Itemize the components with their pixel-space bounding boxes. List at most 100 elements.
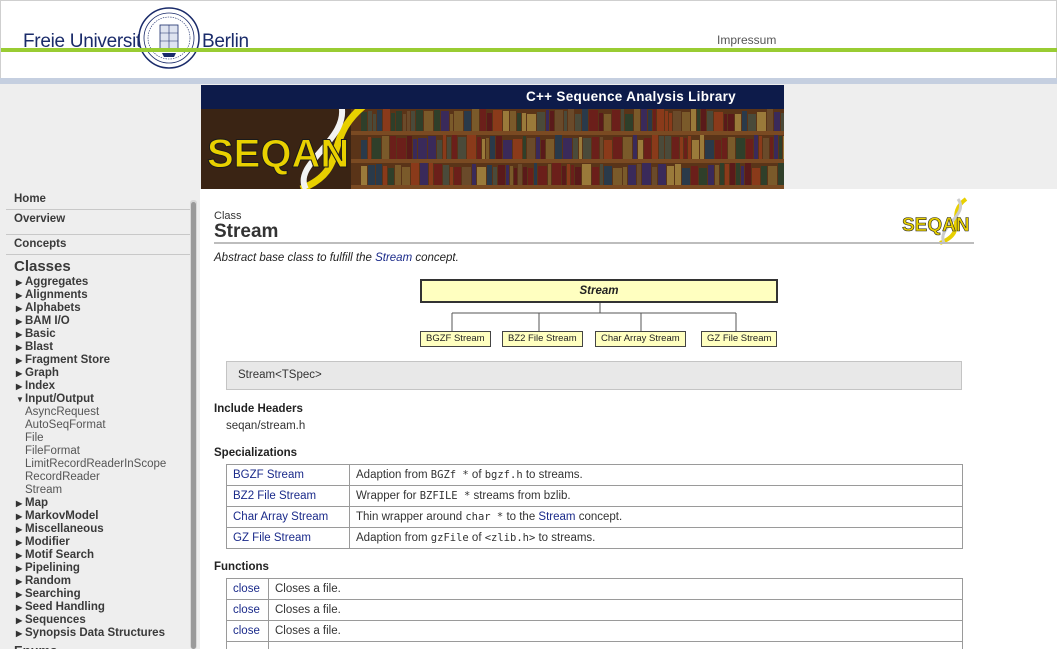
- table-row: GZ File Stream Adaption from gzFile of <z…: [226, 527, 963, 549]
- sidebar-category-label[interactable]: Basic: [25, 328, 56, 340]
- sidebar-category-list: ▶ Aggregates ▶ Alignments ▶ Alphabets ▶ BAM I/O…: [0, 276, 200, 649]
- sidebar-category-label[interactable]: Searching: [25, 588, 81, 600]
- table-row: BZ2 File Stream Wrapper for BZFILE * stre…: [226, 485, 963, 507]
- function-description: Closes a file.: [268, 620, 963, 642]
- sidebar-item-concepts[interactable]: Concepts: [0, 235, 200, 254]
- sidebar-category-pipelining[interactable]: ▶ Pipelining: [0, 562, 200, 575]
- sidebar-category-label[interactable]: Random: [25, 575, 71, 587]
- sidebar-category-label[interactable]: Map: [25, 497, 48, 509]
- triangle-right-icon[interactable]: ▶: [16, 341, 22, 354]
- sidebar-category-label[interactable]: Index: [25, 380, 55, 392]
- triangle-right-icon[interactable]: ▶: [16, 289, 22, 302]
- diagram-child-bgzf-stream[interactable]: BGZF Stream: [420, 331, 491, 347]
- sidebar-category-blast[interactable]: ▶ Blast: [0, 341, 200, 354]
- summary-stream-link[interactable]: Stream: [375, 252, 412, 264]
- sidebar-category-fragment-store[interactable]: ▶ Fragment Store: [0, 354, 200, 367]
- diagram-child-gz-file-stream[interactable]: GZ File Stream: [701, 331, 778, 347]
- triangle-right-icon[interactable]: ▶: [16, 627, 22, 640]
- triangle-right-icon[interactable]: ▶: [16, 510, 22, 523]
- sidebar-section-enums[interactable]: Enums: [0, 640, 200, 649]
- triangle-right-icon[interactable]: ▶: [16, 601, 22, 614]
- sidebar-category-label[interactable]: BAM I/O: [25, 315, 70, 327]
- sidebar-category-label[interactable]: Alphabets: [25, 302, 81, 314]
- sidebar-category-label[interactable]: Graph: [25, 367, 59, 379]
- triangle-right-icon[interactable]: ▶: [16, 302, 22, 315]
- seqan-banner: C++ Sequence Analysis Library SEQAN: [201, 85, 784, 189]
- impressum-link[interactable]: Impressum: [717, 33, 776, 47]
- sidebar-category-label[interactable]: Modifier: [25, 536, 70, 548]
- specialization-link[interactable]: BGZF Stream: [233, 469, 304, 481]
- triangle-right-icon[interactable]: ▶: [16, 523, 22, 536]
- sidebar-subitem-asyncrequest[interactable]: AsyncRequest: [0, 406, 200, 419]
- sidebar-category-alphabets[interactable]: ▶ Alphabets: [0, 302, 200, 315]
- sidebar-item-home[interactable]: Home: [0, 189, 200, 209]
- sidebar-category-label[interactable]: Fragment Store: [25, 354, 110, 366]
- triangle-right-icon[interactable]: ▶: [16, 380, 22, 393]
- sidebar-category-motif-search[interactable]: ▶ Motif Search: [0, 549, 200, 562]
- sidebar-category-label[interactable]: Seed Handling: [25, 601, 105, 613]
- sidebar-subitem-autoseqformat[interactable]: AutoSeqFormat: [0, 419, 200, 432]
- sidebar-category-label[interactable]: Synopsis Data Structures: [25, 627, 165, 639]
- sidebar-category-synopsis-data-structures[interactable]: ▶ Synopsis Data Structures: [0, 627, 200, 640]
- sidebar-category-alignments[interactable]: ▶ Alignments: [0, 289, 200, 302]
- sidebar-category-label[interactable]: Motif Search: [25, 549, 94, 561]
- sidebar-subitem-fileformat[interactable]: FileFormat: [0, 445, 200, 458]
- specialization-link[interactable]: Char Array Stream: [233, 511, 328, 523]
- sidebar-item-overview[interactable]: Overview: [0, 210, 200, 229]
- function-link[interactable]: close: [233, 604, 260, 616]
- diagram-root-stream[interactable]: Stream: [420, 279, 778, 303]
- sidebar-category-searching[interactable]: ▶ Searching: [0, 588, 200, 601]
- sidebar-category-sequences[interactable]: ▶ Sequences: [0, 614, 200, 627]
- sidebar-category-miscellaneous[interactable]: ▶ Miscellaneous: [0, 523, 200, 536]
- triangle-right-icon[interactable]: ▶: [16, 497, 22, 510]
- function-link[interactable]: close: [233, 625, 260, 637]
- triangle-right-icon[interactable]: ▶: [16, 354, 22, 367]
- sidebar-category-map[interactable]: ▶ Map: [0, 497, 200, 510]
- triangle-right-icon[interactable]: ▶: [16, 536, 22, 549]
- sidebar-category-modifier[interactable]: ▶ Modifier: [0, 536, 200, 549]
- sidebar-category-graph[interactable]: ▶ Graph: [0, 367, 200, 380]
- triangle-right-icon[interactable]: ▶: [16, 549, 22, 562]
- specialization-link[interactable]: BZ2 File Stream: [233, 490, 316, 502]
- triangle-down-icon[interactable]: ▼: [16, 393, 24, 406]
- sidebar-category-index[interactable]: ▶ Index: [0, 380, 200, 393]
- triangle-right-icon[interactable]: ▶: [16, 588, 22, 601]
- desc-text: Thin wrapper around: [356, 511, 466, 523]
- sidebar-category-label[interactable]: Blast: [25, 341, 53, 353]
- sidebar-category-label[interactable]: Miscellaneous: [25, 523, 104, 535]
- table-row: close Closes a file.: [226, 578, 963, 600]
- sidebar-category-random[interactable]: ▶ Random: [0, 575, 200, 588]
- sidebar-category-seed-handling[interactable]: ▶ Seed Handling: [0, 601, 200, 614]
- sidebar-category-label[interactable]: MarkovModel: [25, 510, 99, 522]
- sidebar-category-label[interactable]: Sequences: [25, 614, 86, 626]
- sidebar-subitem-stream[interactable]: Stream: [0, 484, 200, 497]
- sidebar-category-label[interactable]: Alignments: [25, 289, 88, 301]
- university-seal-logo[interactable]: [138, 7, 200, 69]
- sidebar-category-bam-i-o[interactable]: ▶ BAM I/O: [0, 315, 200, 328]
- triangle-right-icon[interactable]: ▶: [16, 276, 22, 289]
- sidebar-category-label[interactable]: Input/Output: [25, 393, 94, 405]
- diagram-child-char-array-stream[interactable]: Char Array Stream: [595, 331, 686, 347]
- sidebar-subitem-limitrecordreaderinscope[interactable]: LimitRecordReaderInScope: [0, 458, 200, 471]
- triangle-right-icon[interactable]: ▶: [16, 315, 22, 328]
- sidebar-scrollbar-thumb[interactable]: [191, 202, 196, 649]
- triangle-right-icon[interactable]: ▶: [16, 562, 22, 575]
- diagram-child-bz2-file-stream[interactable]: BZ2 File Stream: [502, 331, 583, 347]
- sidebar-category-markovmodel[interactable]: ▶ MarkovModel: [0, 510, 200, 523]
- triangle-right-icon[interactable]: ▶: [16, 367, 22, 380]
- sidebar-subitem-recordreader[interactable]: RecordReader: [0, 471, 200, 484]
- sidebar-category-basic[interactable]: ▶ Basic: [0, 328, 200, 341]
- triangle-right-icon[interactable]: ▶: [16, 575, 22, 588]
- diagram-connectors: [451, 303, 737, 331]
- triangle-right-icon[interactable]: ▶: [16, 614, 22, 627]
- sidebar-subitem-file[interactable]: File: [0, 432, 200, 445]
- function-link[interactable]: close: [233, 583, 260, 595]
- specialization-link[interactable]: GZ File Stream: [233, 532, 311, 544]
- sidebar-category-label[interactable]: Pipelining: [25, 562, 80, 574]
- sidebar-section-classes[interactable]: Classes: [0, 255, 200, 276]
- triangle-right-icon[interactable]: ▶: [16, 328, 22, 341]
- sidebar-category-label[interactable]: Aggregates: [25, 276, 88, 288]
- sidebar-category-aggregates[interactable]: ▶ Aggregates: [0, 276, 200, 289]
- sidebar-category-input-output[interactable]: ▼ Input/Output: [0, 393, 200, 406]
- desc-stream-link[interactable]: Stream: [538, 511, 575, 523]
